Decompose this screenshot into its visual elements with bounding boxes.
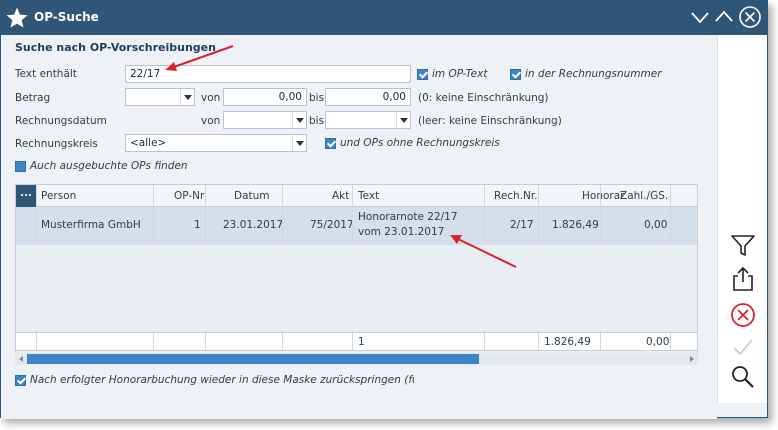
rechnungsnummer-checkbox[interactable]: [510, 69, 521, 80]
col-divider: [36, 185, 37, 245]
rechnungskreis-label: Rechnungskreis: [15, 138, 98, 150]
col-zahl-gs[interactable]: Zahl./GS.: [620, 190, 668, 202]
col-divider: [670, 185, 671, 245]
chevron-down-icon: [180, 89, 194, 105]
col-text[interactable]: Text: [358, 190, 379, 202]
col-divider: [153, 185, 154, 245]
window-title: OP-Suche: [34, 10, 99, 24]
cell-datum: 23.01.2017: [223, 219, 284, 231]
datum-hint: (leer: keine Einschränkung): [418, 115, 562, 127]
export-icon[interactable]: [729, 265, 757, 293]
betrag-operator-dropdown[interactable]: [125, 88, 195, 106]
confirm-icon[interactable]: [729, 333, 757, 361]
col-datum[interactable]: Datum: [234, 190, 270, 202]
cancel-icon[interactable]: [729, 301, 757, 329]
summary-honorar: 1.826,49: [544, 336, 591, 348]
scroll-right-icon[interactable]: [688, 355, 696, 363]
cell-op-nr: 1: [194, 219, 201, 231]
chevron-down-icon: [292, 135, 306, 151]
filter-icon[interactable]: [729, 231, 757, 259]
cell-zahl-gs: 0,00: [644, 219, 668, 231]
action-sidebar: [717, 35, 767, 403]
col-divider: [352, 185, 353, 245]
betrag-von-label: von: [201, 92, 221, 104]
return-checkbox[interactable]: [15, 375, 26, 386]
col-divider: [282, 185, 283, 245]
summary-zahl-gs: 0,00: [646, 336, 670, 348]
title-bar: OP-Suche: [1, 1, 767, 35]
col-akt[interactable]: Akt: [332, 190, 349, 202]
close-icon[interactable]: [738, 5, 762, 29]
cell-rech-nr: 2/17: [510, 219, 534, 231]
betrag-bis-input[interactable]: 0,00: [325, 88, 411, 106]
col-divider: [205, 185, 206, 245]
betrag-hint: (0: keine Einschränkung): [418, 92, 549, 104]
return-label: Nach erfolgter Honorarbuchung wieder in …: [30, 374, 414, 386]
cell-akt: 75/2017: [310, 219, 354, 231]
col-divider: [484, 333, 485, 350]
rechnungskreis-value: <alle>: [130, 137, 167, 149]
op-text-checkbox[interactable]: [417, 69, 428, 80]
horizontal-scrollbar[interactable]: [15, 353, 698, 365]
datum-von-label: von: [201, 115, 221, 127]
col-op-nr[interactable]: OP-Nr: [174, 190, 204, 202]
cell-person: Musterfirma GmbH: [41, 219, 141, 231]
table-header: ... Person OP-Nr Datum Akt Text Rech.Nr.…: [16, 185, 697, 207]
scroll-left-icon[interactable]: [17, 355, 25, 363]
cell-text-line2: vom 23.01.2017: [358, 226, 445, 238]
betrag-von-input[interactable]: 0,00: [223, 88, 307, 106]
ohne-rechnungskreis-label: und OPs ohne Rechnungskreis: [340, 137, 500, 149]
scrollbar-thumb[interactable]: [27, 354, 479, 364]
column-chooser-button[interactable]: ...: [16, 185, 36, 207]
col-divider: [205, 333, 206, 350]
col-divider: [352, 333, 353, 350]
ohne-rechnungskreis-checkbox[interactable]: [325, 138, 336, 149]
ausgebucht-checkbox[interactable]: [15, 161, 26, 172]
search-icon[interactable]: [729, 363, 757, 391]
col-divider: [36, 333, 37, 350]
betrag-label: Betrag: [15, 92, 51, 104]
annotation-arrow-icon: [450, 235, 517, 268]
star-icon: [6, 7, 28, 28]
chevron-down-icon: [396, 112, 410, 128]
cell-honorar: 1.826,49: [552, 219, 599, 231]
rechnungsnummer-label: in der Rechnungsnummer: [525, 68, 662, 80]
col-rech-nr[interactable]: Rech.Nr.: [494, 190, 538, 202]
datum-von-input[interactable]: [223, 111, 307, 129]
chevron-down-icon: [292, 112, 306, 128]
col-divider: [282, 333, 283, 350]
col-divider: [600, 333, 601, 350]
rechnungskreis-dropdown[interactable]: <alle>: [125, 134, 307, 152]
col-divider: [600, 185, 601, 245]
col-honorar[interactable]: Honorar: [582, 190, 624, 202]
maximize-icon[interactable]: [713, 6, 735, 28]
rechnungsdatum-label: Rechnungsdatum: [15, 115, 107, 127]
op-suche-window: OP-Suche Suche nach OP-Vorschreibungen T…: [0, 0, 768, 419]
cell-text-line1: Honorarnote 22/17: [358, 211, 458, 223]
col-person[interactable]: Person: [41, 190, 76, 202]
text-label: Text enthält: [15, 68, 77, 80]
op-text-label: im OP-Text: [432, 68, 488, 80]
ausgebucht-label: Auch ausgebuchte OPs finden: [30, 160, 188, 172]
datum-bis-input[interactable]: [325, 111, 411, 129]
betrag-bis-label: bis: [309, 92, 325, 104]
datum-bis-label: bis: [309, 115, 325, 127]
table-row[interactable]: Musterfirma GmbH 1 23.01.2017 75/2017 Ho…: [16, 207, 697, 245]
col-divider: [538, 333, 539, 350]
summary-row: 1 1.826,49 0,00: [15, 332, 698, 351]
col-divider: [153, 333, 154, 350]
col-divider: [538, 185, 539, 245]
annotation-arrow-icon: [165, 45, 234, 71]
summary-count: 1: [358, 336, 365, 348]
minimize-icon[interactable]: [689, 6, 711, 28]
col-divider: [670, 333, 671, 350]
